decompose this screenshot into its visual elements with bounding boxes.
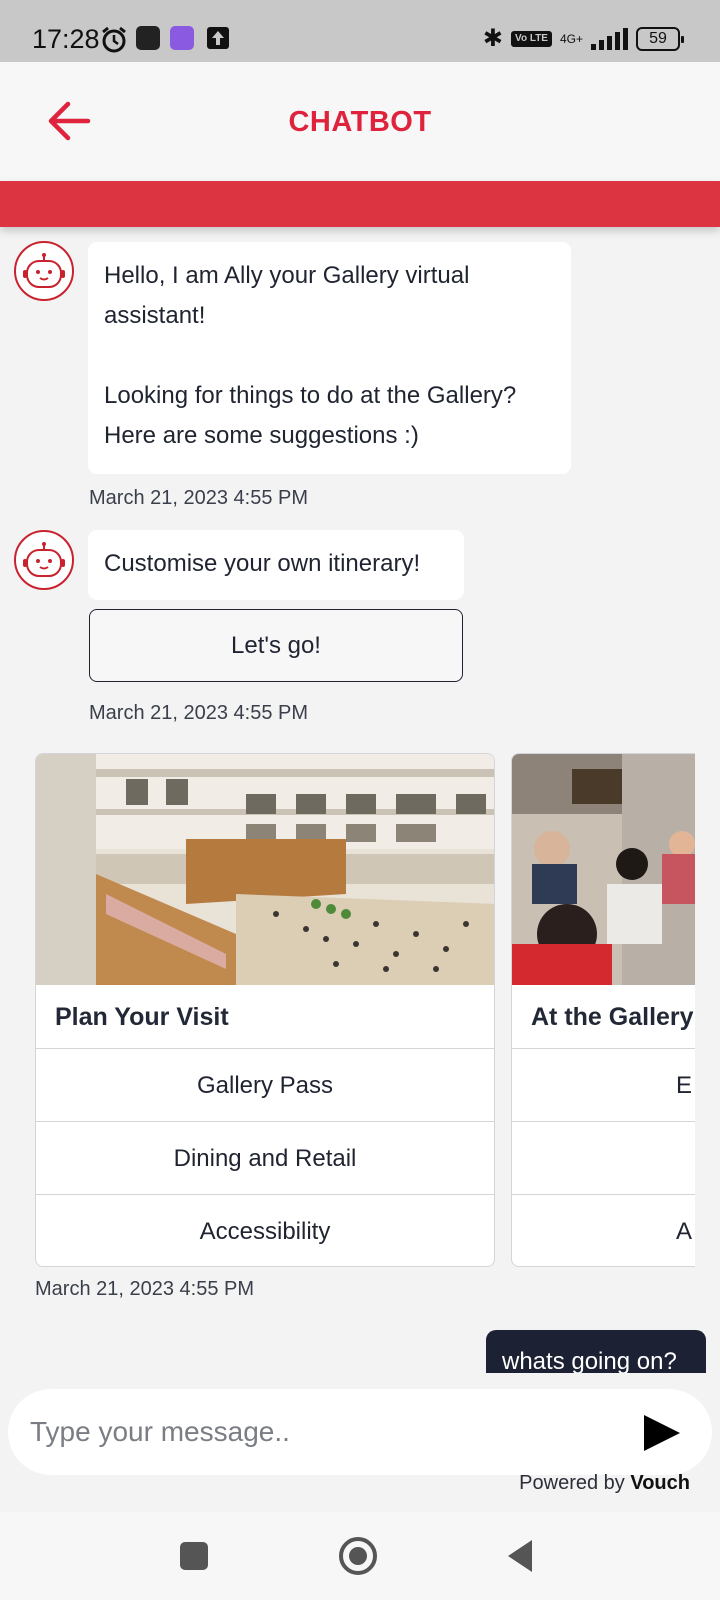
dining-retail-button[interactable]: Dining and Retail bbox=[36, 1122, 494, 1195]
message-timestamp: March 21, 2023 4:55 PM bbox=[89, 487, 309, 509]
card-plan-your-visit: Plan Your Visit Gallery Pass Dining and … bbox=[35, 753, 495, 1267]
card-option-button[interactable]: A bbox=[512, 1195, 695, 1266]
card-option-button[interactable] bbox=[512, 1122, 695, 1195]
gallery-pass-button[interactable]: Gallery Pass bbox=[36, 1049, 494, 1122]
suggestion-carousel[interactable]: Plan Your Visit Gallery Pass Dining and … bbox=[35, 753, 695, 1268]
gallery-atrium-image bbox=[36, 754, 494, 985]
bot-message-itinerary: Customise your own itinerary! bbox=[88, 530, 464, 600]
message-input[interactable] bbox=[30, 1407, 590, 1457]
bot-message-greeting: Hello, I am Ally your Gallery virtual as… bbox=[88, 242, 571, 474]
app-header: CHATBOT bbox=[0, 62, 720, 181]
alarm-icon bbox=[102, 26, 126, 53]
volte-badge: Vo LTE bbox=[511, 30, 552, 47]
bot-avatar bbox=[14, 241, 74, 301]
powered-by-label: Powered by bbox=[519, 1472, 625, 1494]
status-time: 17:28 bbox=[32, 24, 100, 54]
recents-square-icon[interactable] bbox=[174, 1536, 214, 1576]
card-option-label: E bbox=[675, 1072, 692, 1099]
home-circle-icon[interactable] bbox=[338, 1536, 378, 1576]
card-title: Plan Your Visit bbox=[36, 985, 494, 1049]
lets-go-button[interactable]: Let's go! bbox=[89, 609, 463, 682]
message-composer bbox=[8, 1389, 712, 1475]
network-type: 4G+ bbox=[559, 31, 583, 46]
powered-by: Powered by Vouch bbox=[519, 1472, 690, 1495]
header-accent-bar bbox=[0, 181, 720, 227]
send-icon[interactable] bbox=[642, 1413, 682, 1453]
robot-icon bbox=[23, 253, 65, 288]
message-timestamp: March 21, 2023 4:55 PM bbox=[35, 1278, 255, 1300]
message-timestamp: March 21, 2023 4:55 PM bbox=[89, 702, 309, 724]
bluetooth-icon: ✱ bbox=[482, 25, 504, 52]
system-nav-bar bbox=[0, 1512, 720, 1600]
accessibility-button[interactable]: Accessibility bbox=[36, 1195, 494, 1266]
upload-icon bbox=[207, 27, 229, 49]
user-message: whats going on? bbox=[486, 1330, 706, 1373]
bot-avatar bbox=[14, 530, 74, 590]
purple-app-icon bbox=[170, 26, 194, 50]
robot-icon bbox=[23, 542, 65, 577]
card-at-the-gallery: At the Gallery E A bbox=[511, 753, 695, 1267]
battery-icon: 59 bbox=[636, 26, 684, 51]
gallery-visitors-image bbox=[512, 754, 695, 985]
signal-icon bbox=[591, 27, 628, 50]
status-bar: 17:28 ✱ Vo LTE 4G+ 59 bbox=[0, 0, 720, 62]
app-notification-icon bbox=[136, 26, 160, 50]
vouch-brand: Vouch bbox=[630, 1472, 690, 1494]
card-title: At the Gallery bbox=[512, 985, 695, 1049]
card-option-label: A bbox=[675, 1218, 692, 1245]
page-title: CHATBOT bbox=[288, 106, 432, 138]
card-option-button[interactable]: E bbox=[512, 1049, 695, 1122]
back-triangle-icon[interactable] bbox=[502, 1536, 542, 1576]
